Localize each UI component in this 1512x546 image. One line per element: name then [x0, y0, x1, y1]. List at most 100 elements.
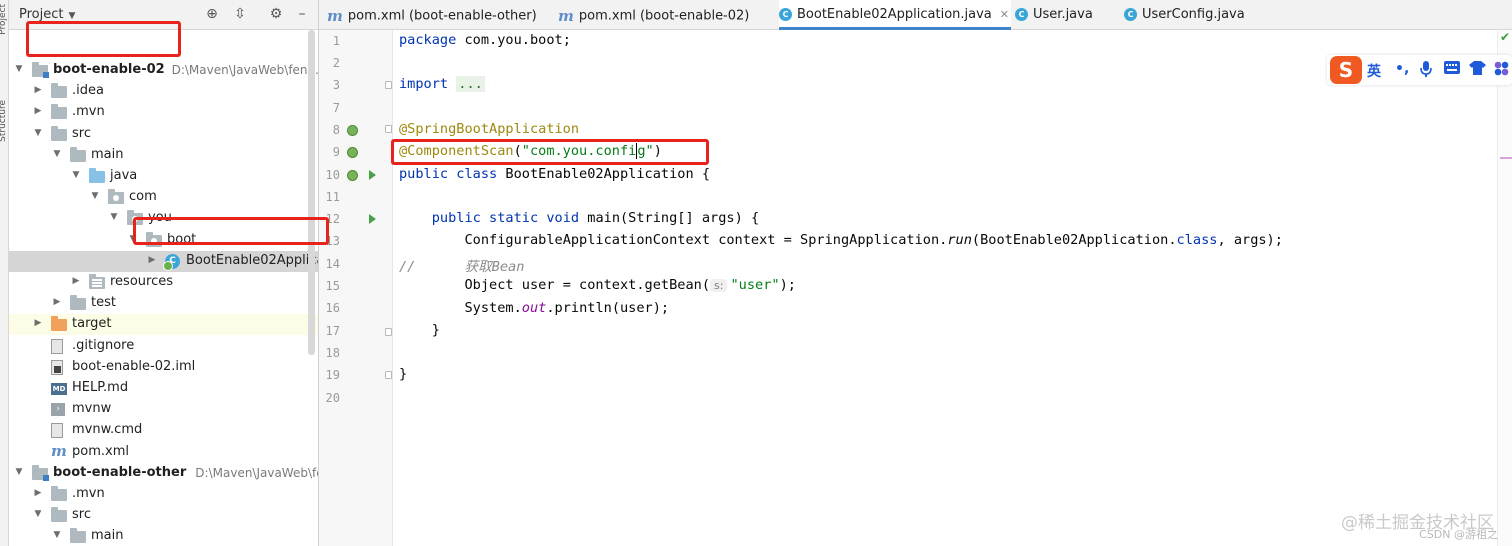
collapse-arrow-icon[interactable]: ▶ [32, 85, 44, 95]
markdown-file-icon: MD [51, 383, 67, 395]
line-number[interactable]: 9 [319, 145, 340, 159]
tree-node-resources[interactable]: ▶ resources [9, 272, 318, 293]
line-number[interactable]: 8 [319, 123, 340, 137]
line-number[interactable]: 3 [319, 78, 340, 92]
tree-node-mvnw[interactable]: › mvnw [9, 399, 318, 420]
tree-node-main[interactable]: ▼ main [9, 145, 318, 166]
collapse-icon[interactable]: ⇳ [231, 6, 249, 22]
tree-node-gitignore[interactable]: .gitignore [9, 336, 318, 357]
code-editor[interactable]: package com.you.boot; import ... @Spring… [394, 30, 1494, 546]
tab-label: pom.xml (boot-enable-other) [347, 8, 537, 24]
line-number[interactable]: 17 [319, 324, 340, 338]
resources-folder-icon [89, 274, 105, 289]
spring-boot-class-icon: C [779, 8, 792, 21]
expand-arrow-icon[interactable]: ▼ [32, 128, 44, 138]
run-icon[interactable] [369, 214, 376, 224]
fold-marker-icon[interactable] [385, 328, 392, 336]
expand-arrow-icon[interactable]: ▼ [51, 149, 63, 159]
tab-label: pom.xml (boot-enable-02) [578, 8, 750, 24]
tree-node-boot-enable-02[interactable]: ▼ boot-enable-02 D:\Maven\JavaWeb\feng.j [9, 60, 318, 81]
tree-node-boot-enable-02-iml[interactable]: boot-enable-02.iml [9, 357, 318, 378]
collapse-arrow-icon[interactable]: ▶ [51, 297, 63, 307]
folder-icon [51, 486, 67, 501]
tree-node-src[interactable]: ▼ src [9, 505, 318, 526]
tree-node-mvn[interactable]: ▶ .mvn [9, 102, 318, 123]
line-number[interactable]: 11 [319, 190, 340, 204]
tree-node-boot-enable-other[interactable]: ▼ boot-enable-other D:\Maven\JavaWeb\fer [9, 463, 318, 484]
shirt-icon[interactable] [1469, 61, 1486, 79]
ime-punctuation-toggle[interactable]: •, [1395, 61, 1409, 77]
tree-node-help-md[interactable]: MD HELP.md [9, 378, 318, 399]
tree-node-pom-xml[interactable]: m pom.xml [9, 442, 318, 463]
line-number[interactable]: 19 [319, 368, 340, 382]
tree-node-java[interactable]: ▼ java [9, 166, 318, 187]
editor-tab-pom-xml-boot-enable-02[interactable]: m pom.xml (boot-enable-02) [558, 0, 774, 30]
fold-marker-icon[interactable] [385, 371, 392, 379]
spring-bean-icon[interactable] [347, 125, 358, 136]
collapse-arrow-icon[interactable]: ▶ [146, 255, 158, 265]
tree-node-label: target [72, 316, 112, 332]
collapse-arrow-icon[interactable]: ▶ [32, 318, 44, 328]
tree-node-mvnw-cmd[interactable]: mvnw.cmd [9, 420, 318, 441]
line-number[interactable]: 15 [319, 279, 340, 293]
module-folder-icon [32, 464, 49, 481]
tree-node-idea[interactable]: ▶ .idea [9, 81, 318, 102]
tree-node-target[interactable]: ▶ target [9, 314, 318, 336]
line-number[interactable]: 10 [319, 168, 340, 182]
collapse-arrow-icon[interactable]: ▶ [32, 106, 44, 116]
structure-tool-label[interactable]: Structure [0, 100, 8, 142]
code-line-17: } [399, 322, 440, 338]
error-stripe[interactable] [1497, 30, 1512, 546]
keyboard-icon[interactable] [1444, 61, 1460, 78]
expand-arrow-icon[interactable]: ▼ [51, 530, 63, 540]
project-tool-label[interactable]: Project [0, 4, 8, 35]
fold-marker-icon[interactable] [385, 125, 392, 133]
line-number[interactable]: 20 [319, 391, 340, 405]
stripe-mark[interactable] [1500, 157, 1512, 159]
expand-arrow-icon[interactable]: ▼ [32, 509, 44, 519]
editor-tab-userconfig-java[interactable]: C UserConfig.java [1124, 0, 1254, 30]
tree-scrollbar[interactable] [308, 30, 315, 355]
tree-node-mvn[interactable]: ▶ .mvn [9, 484, 318, 505]
ime-language-toggle[interactable]: 英 [1367, 61, 1381, 81]
run-icon[interactable] [369, 170, 376, 180]
expand-arrow-icon[interactable]: ▼ [70, 170, 82, 180]
mic-icon[interactable] [1420, 61, 1432, 81]
close-icon[interactable]: ✕ [1000, 8, 1009, 21]
line-number[interactable]: 7 [319, 101, 340, 115]
tree-node-com[interactable]: ▼ com [9, 187, 318, 208]
gear-icon[interactable]: ⚙ [267, 6, 285, 22]
editor-tab-user-java[interactable]: C User.java [1015, 0, 1119, 30]
tree-node-test[interactable]: ▶ test [9, 293, 318, 314]
expand-arrow-icon[interactable]: ▼ [13, 467, 25, 477]
expand-arrow-icon[interactable]: ▼ [108, 212, 120, 222]
fold-marker-icon[interactable] [385, 81, 392, 89]
tree-node-main[interactable]: ▼ main [9, 526, 318, 546]
editor-tab-bootenable02application-java[interactable]: C BootEnable02Application.java ✕ [779, 0, 1011, 30]
project-view-selector[interactable]: Project ▼ [19, 7, 75, 22]
line-number[interactable]: 14 [319, 257, 340, 271]
expand-arrow-icon[interactable]: ▼ [13, 64, 25, 74]
collapse-arrow-icon[interactable]: ▶ [70, 276, 82, 286]
line-number[interactable]: 2 [319, 56, 340, 70]
line-number[interactable]: 1 [319, 34, 340, 48]
line-number[interactable]: 18 [319, 346, 340, 360]
source-folder-icon [89, 168, 105, 183]
line-number[interactable]: 16 [319, 301, 340, 315]
maven-icon: m [327, 7, 343, 25]
editor-tab-pom-xml-boot-enable-other[interactable]: m pom.xml (boot-enable-other) [327, 0, 553, 30]
spring-bean-icon[interactable] [347, 147, 358, 158]
folded-imports[interactable]: ... [456, 76, 485, 92]
spring-bean-icon[interactable] [347, 170, 358, 181]
sogou-logo-icon[interactable]: S [1330, 56, 1362, 84]
tree-node-bootenable02applica[interactable]: ▶ C BootEnable02Applica [9, 250, 319, 272]
left-tool-strip: Project Structure [0, 0, 9, 546]
minimize-icon[interactable]: – [293, 6, 311, 22]
target-icon[interactable]: ⊕ [203, 6, 221, 22]
inspection-ok-icon[interactable]: ✔ [1500, 30, 1510, 44]
grid-icon[interactable] [1494, 61, 1509, 80]
tree-node-src[interactable]: ▼ src [9, 124, 318, 145]
collapse-arrow-icon[interactable]: ▶ [32, 488, 44, 498]
expand-arrow-icon[interactable]: ▼ [89, 191, 101, 201]
tree-node-label: BootEnable02Applica [186, 252, 319, 268]
